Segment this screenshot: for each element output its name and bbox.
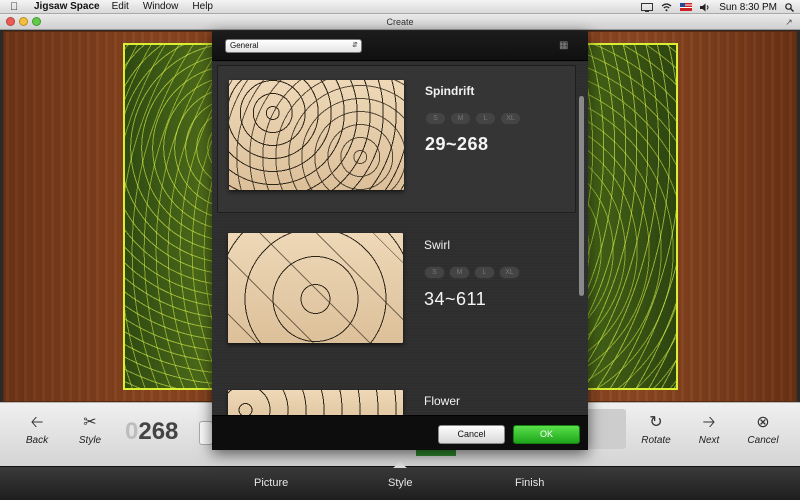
rotate-button[interactable]: ↻ Rotate [636,413,676,446]
minimize-window-icon[interactable] [19,17,28,26]
menu-window[interactable]: Window [143,1,179,12]
scissors-icon: ✂ [83,414,97,431]
popup-footer: Cancel OK [212,415,588,450]
menu-edit[interactable]: Edit [112,1,129,12]
style-button[interactable]: ✂ Style [70,413,110,446]
piece-range: 34~611 [424,289,487,309]
cancel-toolbar-button[interactable]: ⊗ Cancel [743,413,783,446]
ok-button[interactable]: OK [513,425,580,444]
back-label: Back [25,435,49,446]
style-name: Swirl [424,238,450,252]
piece-count-leading: 0 [125,418,139,445]
next-label: Next [698,435,720,446]
rotate-label: Rotate [641,435,671,446]
back-button[interactable]: 🡠 Back [17,413,57,446]
style-thumbnail [228,390,403,415]
arrow-right-icon: 🡢 [702,414,716,431]
tab-style[interactable]: Style [388,477,412,489]
count-slider-right-area[interactable] [586,409,626,449]
style-row-swirl[interactable]: Swirl S M L XL 34~611 [217,218,576,366]
menu-extras: Sun 8:30 PM [641,0,794,14]
select-arrows-icon: ⇵ [352,42,358,49]
menu-app-name[interactable]: Jigsaw Space [34,1,100,12]
flag-input-icon[interactable] [680,3,693,11]
style-picker-popup: General ⇵ ▦ Spindrift S M L XL 29~268 Sw… [212,31,588,450]
spotlight-icon[interactable] [785,2,794,12]
piece-count: 0268 [125,418,178,446]
apple-menu-icon[interactable]:  [10,1,26,13]
popup-header: General ⇵ ▦ [212,31,588,61]
cancel-toolbar-label: Cancel [747,435,779,446]
style-name: Flower [424,394,461,408]
size-xl-button[interactable]: XL [499,266,520,279]
zoom-window-icon[interactable] [32,17,41,26]
style-thumbnail [229,80,404,190]
tab-picture[interactable]: Picture [254,477,288,489]
rotate-icon: ↻ [649,414,663,431]
arrow-left-icon: 🡠 [30,414,44,431]
window-title: Create [386,17,414,27]
menu-bar:  Jigsaw Space Edit Window Help Sun 8:30… [0,0,800,14]
size-m-button[interactable]: M [450,112,471,125]
active-tab-indicator [393,462,407,468]
category-select[interactable]: General ⇵ [225,39,362,53]
style-list[interactable]: Spindrift S M L XL 29~268 Swirl S M L XL… [212,62,588,415]
count-slider-left-handle[interactable] [199,421,213,445]
window-title-bar: Create ↗ [0,14,800,30]
size-xl-button[interactable]: XL [500,112,521,125]
menu-help[interactable]: Help [192,1,213,12]
piece-count-value: 268 [138,418,179,445]
size-l-button[interactable]: L [475,112,496,125]
style-label: Style [78,435,102,446]
clock-text[interactable]: Sun 8:30 PM [719,2,777,13]
list-view-icon[interactable]: ▦ [559,40,573,52]
close-circle-icon: ⊗ [756,414,770,431]
style-name: Spindrift [425,84,475,98]
tab-finish[interactable]: Finish [515,477,544,489]
wifi-icon[interactable] [661,2,672,12]
size-l-button[interactable]: L [474,266,495,279]
style-row-spindrift[interactable]: Spindrift S M L XL 29~268 [217,65,576,213]
piece-range: 29~268 [425,134,489,154]
list-scrollbar[interactable] [579,96,584,296]
category-select-value: General [230,41,259,50]
close-window-icon[interactable] [6,17,15,26]
size-s-button[interactable]: S [425,112,446,125]
size-m-button[interactable]: M [449,266,470,279]
size-s-button[interactable]: S [424,266,445,279]
cancel-button[interactable]: Cancel [438,425,505,444]
volume-icon[interactable] [700,3,711,12]
traffic-lights [6,17,41,26]
fullscreen-icon[interactable]: ↗ [784,17,794,27]
size-options: S M L XL [425,112,521,125]
style-row-flower[interactable]: Flower S M L XL [217,372,576,415]
next-button[interactable]: 🡢 Next [689,413,729,446]
size-options: S M L XL [424,266,520,279]
style-thumbnail [228,233,403,343]
status-display-icon[interactable] [641,2,654,12]
